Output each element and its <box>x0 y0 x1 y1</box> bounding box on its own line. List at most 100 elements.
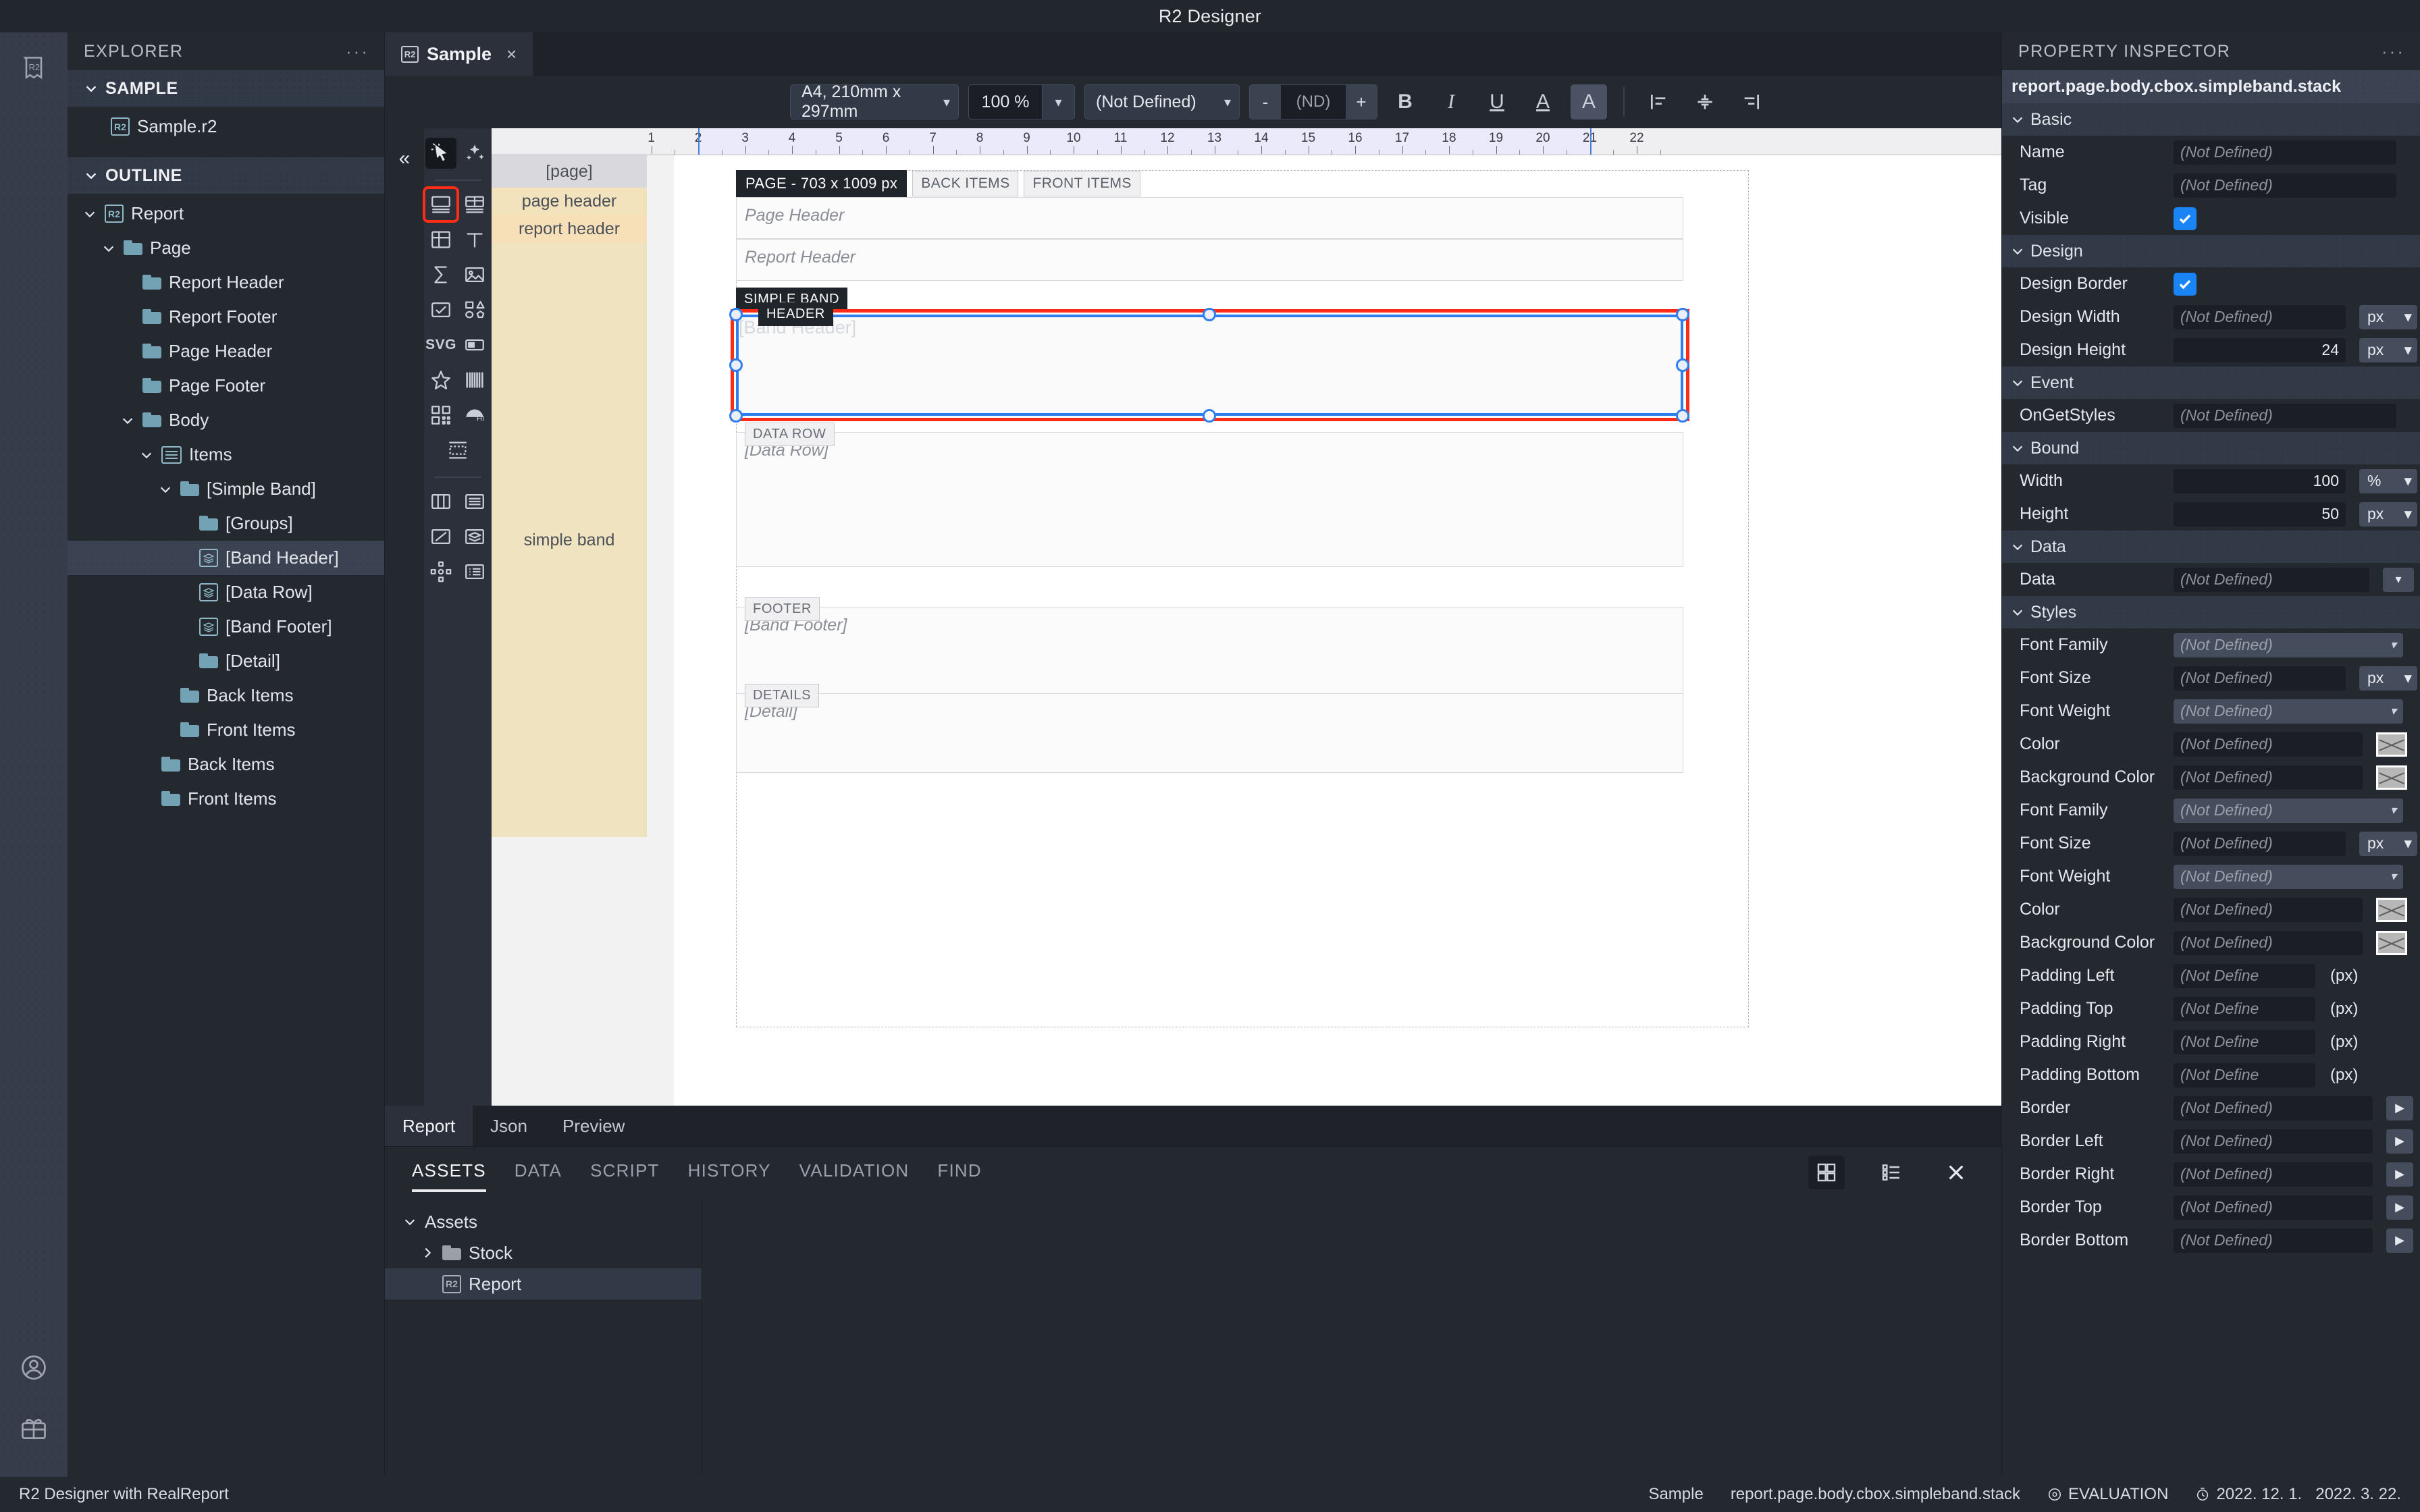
property-input[interactable]: (Not Defined) <box>2174 173 2396 198</box>
close-icon[interactable]: × <box>506 44 517 65</box>
property-input[interactable]: (Not Defined) <box>2174 897 2363 922</box>
color-swatch[interactable] <box>2376 930 2407 955</box>
band-page-header[interactable]: Page Header <box>736 197 1683 239</box>
editor-mode-tab-json[interactable]: Json <box>473 1106 545 1146</box>
property-input[interactable]: (Not Define <box>2174 1062 2315 1087</box>
subreport-tool[interactable] <box>442 435 473 466</box>
inspector-group-styles[interactable]: Styles <box>2002 596 2420 628</box>
property-select[interactable]: (Not Defined) ▾ <box>2174 864 2403 889</box>
barcode-tool[interactable] <box>459 364 490 396</box>
property-input[interactable]: (Not Defined) <box>2174 765 2363 790</box>
bottom-tab-find[interactable]: FIND <box>937 1160 981 1185</box>
highlight-button[interactable]: A <box>1571 84 1607 119</box>
outline-item-page-header[interactable]: Page Header <box>68 334 384 369</box>
property-input[interactable]: (Not Defined) <box>2174 1195 2373 1220</box>
color-swatch[interactable] <box>2376 732 2407 757</box>
band-report-header[interactable]: Report Header <box>736 239 1683 281</box>
editor-mode-tab-preview[interactable]: Preview <box>545 1106 642 1146</box>
unit-select[interactable]: px ▾ <box>2359 666 2417 691</box>
design-canvas[interactable]: 12345678910111213141516171819202122 2345… <box>492 128 2001 1106</box>
bottom-tab-assets[interactable]: ASSETS <box>412 1160 486 1192</box>
outline-header[interactable]: OUTLINE <box>68 157 384 194</box>
property-checkbox[interactable] <box>2174 207 2197 230</box>
columns-tool[interactable] <box>425 486 456 517</box>
qrcode-tool[interactable] <box>425 400 456 431</box>
property-select[interactable]: (Not Defined) ▾ <box>2174 632 2403 657</box>
listview-tool[interactable] <box>459 556 490 587</box>
property-checkbox[interactable] <box>2174 272 2197 296</box>
horizontal-ruler[interactable]: 12345678910111213141516171819202122 <box>492 128 2001 155</box>
zoom-value[interactable]: 100 % <box>968 84 1043 119</box>
bottom-tab-script[interactable]: SCRIPT <box>590 1160 660 1185</box>
back-items-chip[interactable]: BACK ITEMS <box>912 171 1019 196</box>
outline-item-page-footer[interactable]: Page Footer <box>68 369 384 403</box>
explorer-more-button[interactable]: ··· <box>346 41 369 62</box>
unit-select[interactable]: px ▾ <box>2359 338 2417 362</box>
property-input[interactable]: (Not Defined) <box>2174 304 2346 329</box>
outline-item-groups[interactable]: [Groups] <box>68 506 384 541</box>
property-input[interactable]: 24 <box>2174 338 2346 362</box>
outline-item-data-row[interactable]: [Data Row] <box>68 575 384 610</box>
expand-arrow-icon[interactable]: ▶ <box>2386 1162 2413 1187</box>
property-select[interactable]: (Not Defined) ▾ <box>2174 699 2403 724</box>
align-center-icon[interactable] <box>1687 84 1723 119</box>
close-icon[interactable] <box>1938 1156 1974 1189</box>
italic-button[interactable]: I <box>1433 84 1469 119</box>
inspector-more-button[interactable]: ··· <box>2382 41 2405 62</box>
inspector-group-basic[interactable]: Basic <box>2002 103 2420 136</box>
font-color-button[interactable]: A <box>1525 84 1561 119</box>
outline-item-front-items[interactable]: Front Items <box>68 782 384 816</box>
band-footer[interactable]: [Band Footer] <box>736 607 1683 705</box>
bold-button[interactable]: B <box>1387 84 1423 119</box>
outline-item-report-footer[interactable]: Report Footer <box>68 300 384 334</box>
expand-arrow-icon[interactable]: ▶ <box>2386 1228 2413 1253</box>
expand-arrow-icon[interactable]: ▶ <box>2386 1129 2413 1154</box>
zoom-control[interactable]: 100 % ▾ <box>968 84 1075 119</box>
inspector-group-event[interactable]: Event <box>2002 367 2420 399</box>
outline-item-back-items[interactable]: Back Items <box>68 747 384 782</box>
sum-tool[interactable] <box>425 259 456 290</box>
grid-tool[interactable] <box>425 224 456 255</box>
property-input[interactable]: (Not Defined) <box>2174 831 2346 856</box>
page-size-select[interactable]: A4, 210mm x 297mm ▾ <box>790 82 959 121</box>
report-sheet[interactable]: PAGE - 703 x 1009 px BACK ITEMS FRONT IT… <box>674 155 2001 1106</box>
property-input[interactable]: (Not Defined) <box>2174 666 2346 691</box>
expand-arrow-icon[interactable]: ▶ <box>2386 1096 2413 1120</box>
chevron-down-icon[interactable]: ▾ <box>1043 84 1075 119</box>
unit-select[interactable]: px ▾ <box>2359 502 2417 526</box>
move-tool[interactable] <box>459 138 490 169</box>
asset-item-report[interactable]: R2 Report <box>385 1268 702 1299</box>
resize-handle-n[interactable] <box>1203 308 1216 321</box>
bottom-tab-data[interactable]: DATA <box>515 1160 562 1185</box>
font-size-decrease-button[interactable]: - <box>1250 85 1281 119</box>
progressbar-tool[interactable] <box>459 329 490 360</box>
resize-handle-sw[interactable] <box>729 409 743 423</box>
chevron-down-icon[interactable]: ▾ <box>2383 567 2414 592</box>
outline-item-band-footer[interactable]: [Band Footer] <box>68 610 384 644</box>
align-right-icon[interactable] <box>1733 84 1769 119</box>
line-tool[interactable] <box>425 521 456 552</box>
account-icon[interactable] <box>12 1346 55 1389</box>
property-input[interactable]: (Not Defined) <box>2174 1129 2373 1154</box>
band-data-row[interactable]: [Data Row] <box>736 432 1683 567</box>
property-input[interactable]: (Not Defined) <box>2174 403 2396 428</box>
font-size-value[interactable]: (ND) <box>1281 85 1346 119</box>
outline-item-detail[interactable]: [Detail] <box>68 644 384 678</box>
inspector-group-bound[interactable]: Bound <box>2002 432 2420 464</box>
grid-view-icon[interactable] <box>1808 1156 1845 1189</box>
asset-item-assets[interactable]: Assets <box>385 1206 702 1237</box>
collapse-toolbox-button[interactable]: « <box>385 128 424 1106</box>
r2-logo-icon[interactable]: R2 <box>12 47 55 90</box>
outline-item-report[interactable]: R2 Report <box>68 196 384 231</box>
asset-item-stock[interactable]: Stock <box>385 1237 702 1268</box>
bottom-tab-history[interactable]: HISTORY <box>688 1160 771 1185</box>
svg-tool[interactable]: SVG <box>425 329 456 360</box>
property-input[interactable]: (Not Defined) <box>2174 1096 2373 1120</box>
outline-item-report-header[interactable]: Report Header <box>68 265 384 300</box>
star-tool[interactable] <box>425 364 456 396</box>
stack-tool[interactable] <box>459 521 490 552</box>
editor-mode-tab-report[interactable]: Report <box>385 1106 473 1146</box>
resize-handle-ne[interactable] <box>1676 308 1689 321</box>
band-tool[interactable] <box>423 186 459 223</box>
property-input[interactable]: (Not Defined) <box>2174 732 2363 757</box>
